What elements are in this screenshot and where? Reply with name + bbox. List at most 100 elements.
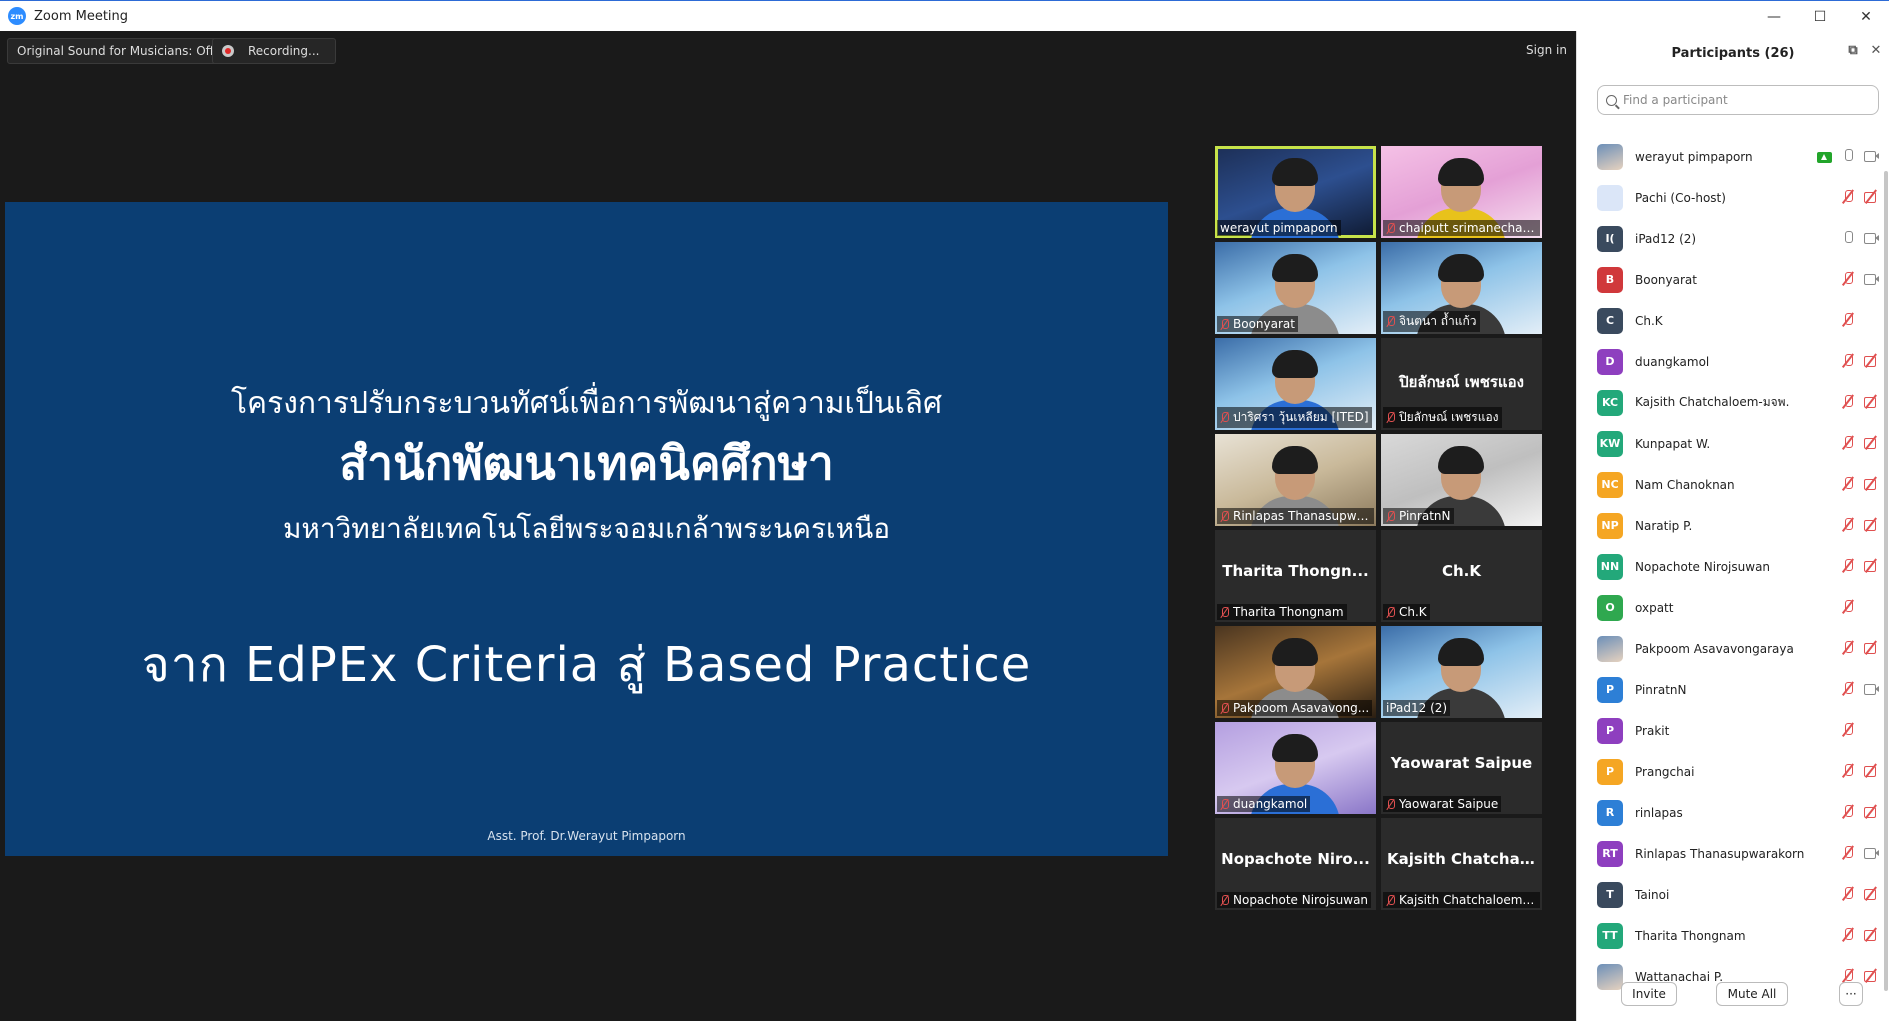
participant-row[interactable]: I(iPad12 (2) [1577,218,1889,259]
video-tile[interactable]: ปาริศรา วุ้นเหลียม [ITED] [1215,338,1376,430]
participant-row[interactable]: P PinratnN [1577,669,1889,710]
sign-in-link[interactable]: Sign in [1526,43,1567,57]
participant-row[interactable]: Ooxpatt [1577,587,1889,628]
close-icon[interactable]: ✕ [1869,44,1883,58]
video-tile[interactable]: Nopachote Niro... Nopachote Nirojsuwan [1215,818,1376,910]
video-tile[interactable]: Tharita Thongn... Tharita Thongnam [1215,530,1376,622]
video-tile[interactable]: Rinlapas Thanasupwa... [1215,434,1376,526]
participant-row[interactable]: NN Nopachote Nirojsuwan [1577,546,1889,587]
close-window-button[interactable]: ✕ [1843,1,1889,32]
participant-row[interactable]: NP Naratip P. [1577,505,1889,546]
participant-row[interactable]: C Ch.K [1577,300,1889,341]
participant-row[interactable]: P Prangchai [1577,751,1889,792]
slide-line-3: มหาวิทยาลัยเทคโนโลยีพระจอมเกล้าพระนครเหน… [282,512,891,545]
no-camera-spacer [1864,313,1878,327]
slide-line-4: จาก EdPEx Criteria สู่ Based Practice [141,637,1032,693]
avatar: T [1597,881,1623,908]
person-hair [1272,350,1318,378]
participant-row[interactable]: RT Rinlapas Thanasupwarakorn [1577,833,1889,874]
avatar: RT [1597,840,1623,867]
participant-name: iPad12 (2) [1635,231,1697,246]
original-sound-button[interactable]: Original Sound for Musicians: Off [7,38,224,64]
mute-all-button[interactable]: Mute All [1716,982,1788,1006]
tile-name-text: Yaowarat Saipue [1399,797,1499,811]
participant-row[interactable]: werayut pimpaporn [1577,136,1889,177]
tile-name-text: Nopachote Nirojsuwan [1233,893,1369,907]
minimize-button[interactable]: — [1751,1,1797,32]
camera-icon [1864,272,1879,286]
meeting-area: Original Sound for Musicians: Off Record… [0,31,1576,1021]
participant-row[interactable]: T Tainoi [1577,874,1889,915]
video-tile[interactable]: จินตนา ถ้ำแก้ว [1381,242,1542,334]
video-tile[interactable]: Boonyarat [1215,242,1376,334]
tile-name-text: จินตนา ถ้ำแก้ว [1399,314,1477,328]
avatar: D [1597,348,1623,375]
person-hair [1272,446,1318,474]
video-tile[interactable]: ปิยลักษณ์ เพชรแอง ปิยลักษณ์ เพชรแอง [1381,338,1542,430]
tile-name-text: PinratnN [1399,509,1451,523]
maximize-button[interactable]: ☐ [1797,1,1843,32]
microphone-muted-icon [1841,600,1855,614]
participant-row[interactable]: P Prakit [1577,710,1889,751]
participant-row[interactable]: NC Nam Chanoknan [1577,464,1889,505]
tile-name-text: Kajsith Chatchaloem-... [1399,893,1537,907]
more-button[interactable]: ··· [1839,982,1863,1006]
camera-off-icon [1864,190,1878,204]
participant-status-icons [1841,518,1878,532]
tile-display-name: Nopachote Niro... [1221,850,1370,868]
video-tile[interactable]: Kajsith Chatchal... Kajsith Chatchaloem-.… [1381,818,1542,910]
search-input[interactable] [1623,93,1863,107]
participant-row[interactable]: Dduangkamol [1577,341,1889,382]
tile-name-text: Boonyarat [1233,317,1295,331]
participant-status-icons [1841,231,1879,245]
camera-off-icon [1864,395,1878,409]
panel-title: Participants (26) [1671,45,1795,61]
participant-status-icons [1841,272,1879,286]
participant-status-icons [1841,887,1878,901]
participants-panel: Participants (26) ⧉ ✕ werayut pimpaporn P… [1576,31,1889,1021]
participant-scrollbar[interactable] [1884,171,1888,991]
video-tile[interactable]: Yaowarat Saipue Yaowarat Saipue [1381,722,1542,814]
participant-status-icons [1841,313,1878,327]
video-tile[interactable]: werayut pimpaporn [1215,146,1376,238]
participant-row[interactable]: KW Kunpapat W. [1577,423,1889,464]
tile-name-label: Boonyarat [1217,316,1298,332]
recording-indicator[interactable]: Recording... [212,38,336,64]
camera-off-icon [1864,559,1878,573]
video-tile[interactable]: PinratnN [1381,434,1542,526]
video-tile[interactable]: Ch.K Ch.K [1381,530,1542,622]
mic-muted-icon [1386,412,1395,423]
video-tile[interactable]: duangkamol [1215,722,1376,814]
participant-row[interactable]: Rrinlapas [1577,792,1889,833]
participant-name: Nam Chanoknan [1635,477,1735,492]
tile-name-label: chaiputt srimanechai... [1383,220,1540,236]
participant-status-icons [1841,190,1878,204]
popout-icon[interactable]: ⧉ [1846,44,1860,58]
microphone-muted-icon [1841,272,1855,286]
microphone-muted-icon [1841,436,1855,450]
tile-name-label: Tharita Thongnam [1217,604,1347,620]
record-icon [222,45,234,57]
tile-name-text: Ch.K [1399,605,1427,619]
participant-row[interactable]: Pachi (Co-host) [1577,177,1889,218]
participant-row[interactable]: KC Kajsith Chatchaloem-มจพ. [1577,382,1889,423]
avatar [1597,635,1623,662]
participant-row[interactable]: Pakpoom Asavavongaraya [1577,628,1889,669]
video-tile[interactable]: Pakpoom Asavavong... [1215,626,1376,718]
tile-name-text: iPad12 (2) [1386,701,1448,715]
participant-row[interactable]: B Boonyarat [1577,259,1889,300]
video-tile[interactable]: iPad12 (2) [1381,626,1542,718]
participant-name: oxpatt [1635,600,1674,615]
camera-off-icon [1864,436,1878,450]
participant-search [1597,85,1879,115]
invite-button[interactable]: Invite [1621,982,1677,1006]
microphone-muted-icon [1841,354,1855,368]
participant-row[interactable]: TT Tharita Thongnam [1577,915,1889,956]
tile-name-label: Yaowarat Saipue [1383,796,1502,812]
camera-off-icon [1864,887,1878,901]
window-controls: — ☐ ✕ [1751,1,1889,32]
tile-name-label: iPad12 (2) [1383,700,1451,716]
participant-status-icons [1841,354,1878,368]
video-tile[interactable]: chaiputt srimanechai... [1381,146,1542,238]
participant-status-icons [1841,764,1878,778]
